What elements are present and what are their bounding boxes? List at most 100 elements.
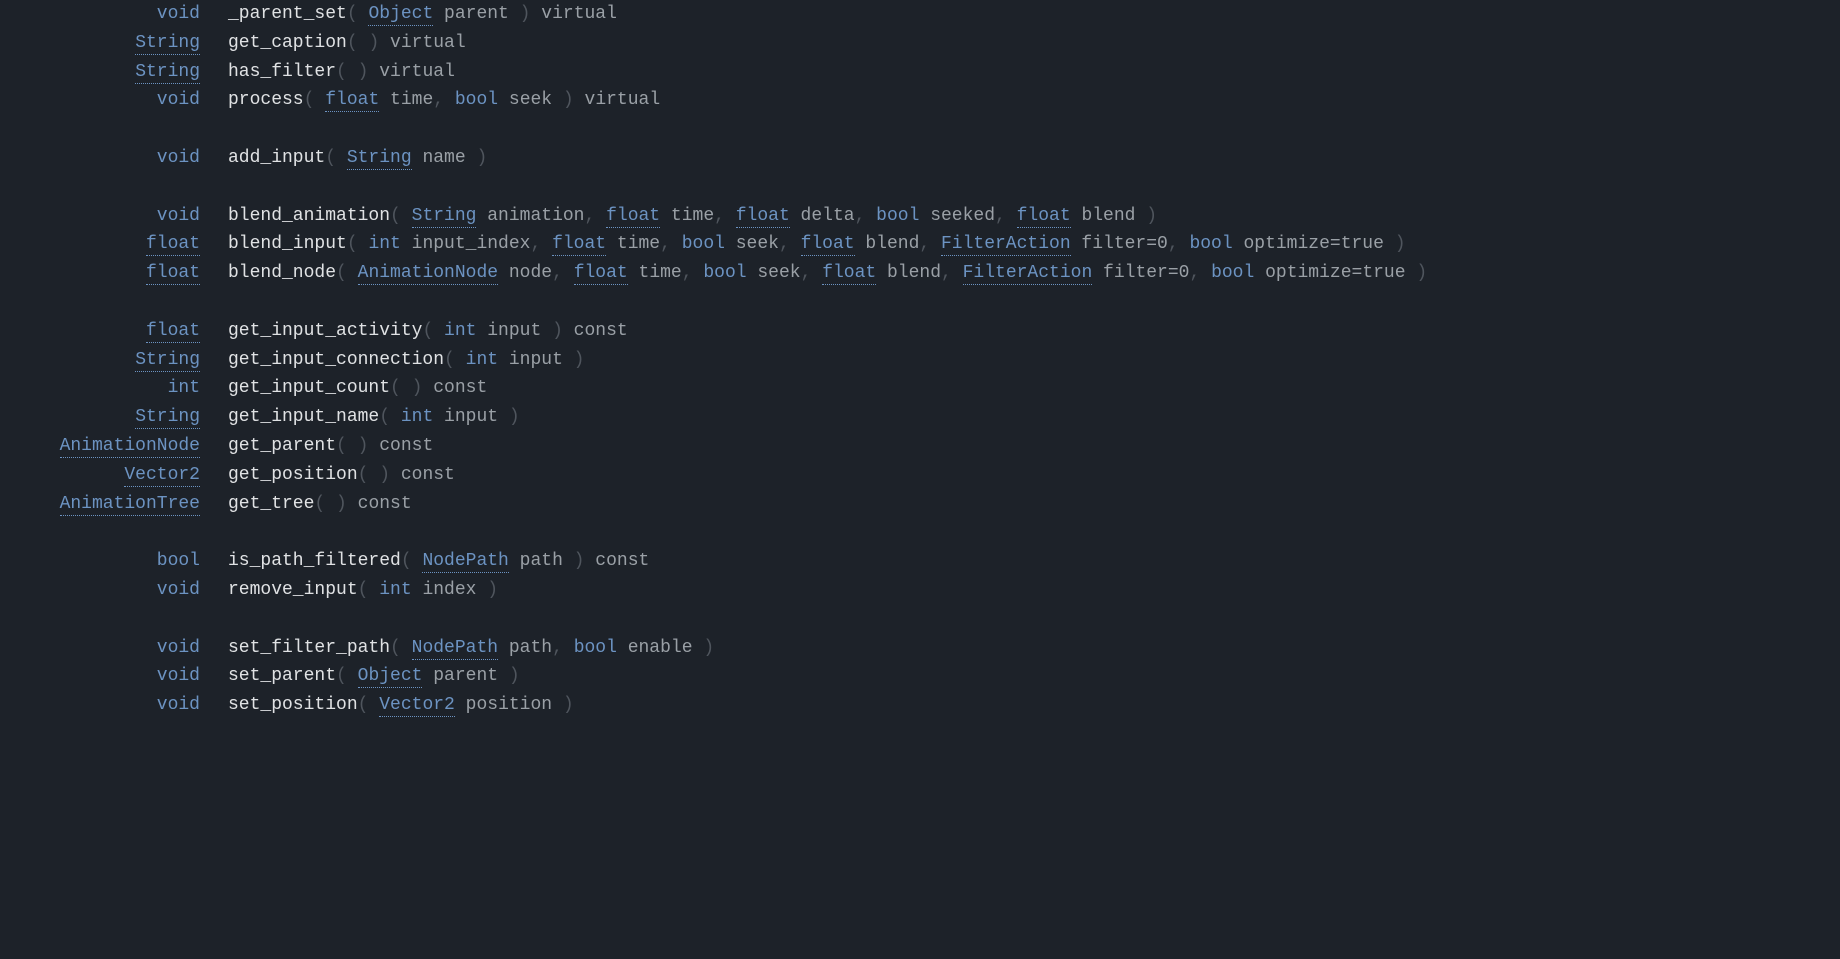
paren-close: ): [412, 378, 423, 398]
signature-cell: _parent_set( Object parent ) virtual: [228, 0, 1447, 29]
paren-close: ): [498, 666, 520, 686]
method-row: voidset_filter_path( NodePath path, bool…: [0, 634, 1447, 663]
type-link[interactable]: float: [146, 234, 200, 256]
comma: ,: [714, 206, 736, 226]
type-link[interactable]: String: [347, 148, 412, 170]
paren-open: (: [336, 62, 358, 82]
signature-cell: has_filter( ) virtual: [228, 58, 1447, 87]
type-keyword: void: [157, 580, 200, 600]
method-name: set_position: [228, 695, 358, 715]
spacer-row: [0, 173, 1447, 202]
type-link[interactable]: float: [574, 263, 628, 285]
type-link[interactable]: float: [1017, 206, 1071, 228]
method-name: get_input_name: [228, 407, 379, 427]
type-link[interactable]: float: [146, 263, 200, 285]
method-row: voidadd_input( String name ): [0, 144, 1447, 173]
paren-close: ): [509, 4, 531, 24]
type-link[interactable]: String: [135, 62, 200, 84]
method-row: voidset_parent( Object parent ): [0, 662, 1447, 691]
type-keyword: int: [379, 580, 411, 600]
signature-cell: blend_animation( String animation, float…: [228, 202, 1447, 231]
type-link[interactable]: Vector2: [124, 465, 200, 487]
param-name: blend: [1071, 206, 1136, 226]
type-link[interactable]: Object: [358, 666, 423, 688]
method-name: set_parent: [228, 666, 336, 686]
param-name: time: [379, 90, 433, 110]
param-name: path: [498, 638, 552, 658]
comma: ,: [433, 90, 455, 110]
method-name: get_caption: [228, 33, 347, 53]
type-link[interactable]: String: [135, 407, 200, 429]
method-row: Stringget_caption( ) virtual: [0, 29, 1447, 58]
type-keyword: void: [157, 4, 200, 24]
type-keyword: int: [168, 378, 200, 398]
comma: ,: [801, 263, 823, 283]
spacer-row: [0, 288, 1447, 317]
type-link[interactable]: FilterAction: [941, 234, 1071, 256]
method-row: Vector2get_position( ) const: [0, 461, 1447, 490]
signature-cell: [228, 115, 1447, 144]
type-link[interactable]: String: [135, 350, 200, 372]
method-name: blend_node: [228, 263, 336, 283]
signature-cell: blend_input( int input_index, float time…: [228, 230, 1447, 259]
type-link[interactable]: float: [801, 234, 855, 256]
type-keyword: void: [157, 206, 200, 226]
paren-close: ): [1406, 263, 1428, 283]
type-keyword: int: [444, 321, 476, 341]
param-name: node: [498, 263, 552, 283]
return-type-cell: [0, 605, 228, 634]
return-type-cell: String: [0, 58, 228, 87]
return-type-cell: float: [0, 230, 228, 259]
type-link[interactable]: AnimationTree: [60, 494, 200, 516]
type-link[interactable]: float: [552, 234, 606, 256]
paren-close: ): [552, 90, 574, 110]
paren-close: ): [1135, 206, 1157, 226]
return-type-cell: String: [0, 403, 228, 432]
type-keyword: bool: [682, 234, 725, 254]
qualifier: virtual: [574, 90, 660, 110]
type-link[interactable]: String: [135, 33, 200, 55]
return-type-cell: void: [0, 691, 228, 720]
return-type-cell: void: [0, 86, 228, 115]
type-link[interactable]: float: [325, 90, 379, 112]
type-link[interactable]: float: [606, 206, 660, 228]
type-link[interactable]: FilterAction: [963, 263, 1093, 285]
type-keyword: bool: [876, 206, 919, 226]
type-link[interactable]: NodePath: [412, 638, 498, 660]
type-link[interactable]: Object: [368, 4, 433, 26]
paren-open: (: [358, 465, 380, 485]
paren-close: ): [498, 407, 520, 427]
comma: ,: [995, 206, 1017, 226]
signature-cell: [228, 288, 1447, 317]
type-link[interactable]: AnimationNode: [60, 436, 200, 458]
signature-cell: get_input_count( ) const: [228, 374, 1447, 403]
qualifier: const: [368, 436, 433, 456]
comma: ,: [779, 234, 801, 254]
type-link[interactable]: float: [822, 263, 876, 285]
type-link[interactable]: float: [736, 206, 790, 228]
type-link[interactable]: String: [412, 206, 477, 228]
type-keyword: bool: [157, 551, 200, 571]
type-keyword: bool: [574, 638, 617, 658]
param-name: time: [606, 234, 660, 254]
type-keyword: void: [157, 148, 200, 168]
method-row: floatblend_node( AnimationNode node, flo…: [0, 259, 1447, 288]
type-link[interactable]: Vector2: [379, 695, 455, 717]
paren-open: (: [304, 90, 326, 110]
return-type-cell: void: [0, 634, 228, 663]
type-link[interactable]: NodePath: [422, 551, 508, 573]
method-row: voidremove_input( int index ): [0, 576, 1447, 605]
type-link[interactable]: AnimationNode: [358, 263, 498, 285]
param-name: seek: [725, 234, 779, 254]
method-name: add_input: [228, 148, 325, 168]
type-keyword: bool: [455, 90, 498, 110]
paren-close: ): [541, 321, 563, 341]
comma: ,: [552, 263, 574, 283]
param-name: position: [455, 695, 552, 715]
comma: ,: [941, 263, 963, 283]
param-name: parent: [433, 4, 509, 24]
spacer-row: [0, 115, 1447, 144]
type-link[interactable]: float: [146, 321, 200, 343]
paren-open: (: [358, 580, 380, 600]
param-name: input_index: [401, 234, 531, 254]
